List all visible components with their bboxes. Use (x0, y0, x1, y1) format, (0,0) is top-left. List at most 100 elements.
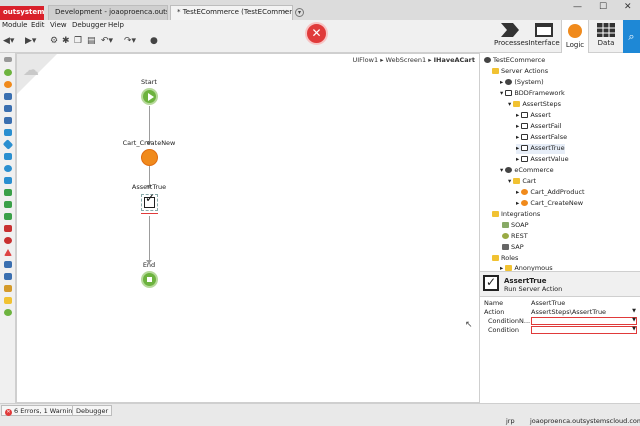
menu-edit[interactable]: Edit (31, 21, 45, 29)
menu-view[interactable]: View (50, 21, 67, 29)
undo-icon[interactable]: ↶▾ (101, 36, 113, 46)
append-tool-icon[interactable] (4, 213, 12, 220)
delete-tool-icon[interactable] (4, 225, 12, 232)
close-window-button[interactable]: ✕ (624, 2, 632, 12)
tree-soap[interactable]: SOAP (502, 221, 529, 231)
raise-error-tool-icon[interactable] (4, 249, 12, 256)
action-dropdown-icon[interactable]: ▼ (632, 308, 636, 314)
prop-action-value[interactable]: AssertSteps\AssertTrue (531, 308, 637, 316)
publish-error-button[interactable]: ✕ (305, 22, 328, 45)
foreach-tool-icon[interactable] (4, 117, 12, 124)
gear-icon[interactable]: ⚙ (50, 36, 58, 46)
folder-tool-icon[interactable] (4, 297, 12, 304)
prop-condmsg-input[interactable] (531, 317, 637, 325)
debugger-tab[interactable]: Debugger (72, 405, 113, 416)
maximize-button[interactable]: ☐ (599, 2, 607, 12)
prop-action-label: Action (484, 308, 505, 316)
breadcrumb-uiflow[interactable]: UIFlow1 (352, 56, 378, 64)
outsystems-logo-tab[interactable]: outsystems (0, 6, 44, 21)
tab-close-icon[interactable]: × (282, 8, 288, 16)
condmsg-dropdown-icon[interactable]: ▼ (632, 317, 636, 323)
list-tool-icon[interactable] (4, 201, 12, 208)
tree-assert-false[interactable]: ▸ AssertFalse (516, 133, 567, 143)
start-tool-icon[interactable] (4, 69, 12, 76)
checkbox-icon (521, 123, 529, 129)
tab-processes[interactable]: Processes (494, 20, 529, 53)
debug-icon[interactable]: ✱ (62, 36, 70, 46)
start-node[interactable] (141, 88, 158, 105)
tree-bdd[interactable]: ▾ BDDFramework (500, 89, 565, 99)
download-tool-icon[interactable] (4, 273, 12, 280)
tree-integrations[interactable]: Integrations (492, 210, 540, 220)
end-tool-icon[interactable] (4, 309, 12, 316)
switch-tool-icon[interactable] (4, 153, 12, 160)
tree-cart-add[interactable]: ▸ Cart_AddProduct (516, 188, 585, 198)
tree-assert-steps-label: AssertSteps (522, 100, 561, 108)
menu-help[interactable]: Help (108, 21, 124, 29)
tree-bdd-label: BDDFramework (514, 89, 565, 97)
paste-icon[interactable]: ▤ (87, 36, 96, 46)
tree-anonymous[interactable]: ▸ Anonymous (500, 264, 553, 271)
toolbar: ◀▾ ▶▾ ⚙ ✱ ❐ ▤ ↶▾ ↷▾ ● (0, 31, 480, 53)
folder-icon (492, 68, 499, 74)
connector-assert-end[interactable] (149, 216, 150, 262)
tab-testecommerce[interactable]: * TestECommerce (TestECommerce) × (170, 5, 293, 20)
prop-name-label: Name (484, 299, 504, 307)
flow-canvas[interactable]: ☁ UIFlow1 ▸ WebScreen1 ▸ IHaveACart Star… (16, 53, 480, 403)
tab-development[interactable]: Development - joaoproenca.outs... (48, 5, 168, 20)
menu-debugger[interactable]: Debugger (72, 21, 107, 29)
tree-assert-value[interactable]: ▸ AssertValue (516, 155, 569, 165)
comment-tool-icon[interactable] (4, 285, 12, 292)
record-list-tool-icon[interactable] (4, 189, 12, 196)
errors-tab[interactable]: ✕ 6 Errors, 1 Warning (1, 405, 81, 416)
refresh-tool-icon[interactable] (4, 129, 12, 136)
forward-icon[interactable]: ▶▾ (25, 36, 36, 46)
back-icon[interactable]: ◀▾ (3, 36, 14, 46)
condition-dropdown-icon[interactable]: ▼ (632, 326, 636, 332)
check-icon: ✓ (145, 191, 156, 205)
exception-tool-icon[interactable] (4, 237, 12, 244)
copy-icon[interactable]: ❐ (74, 36, 82, 46)
tree-system[interactable]: ▸ (System) (500, 78, 544, 88)
status-server: joaoproenca.outsystemscloud.com (530, 417, 640, 425)
tree-cart-label: Cart (522, 177, 537, 185)
tree-rest[interactable]: REST (502, 232, 528, 242)
tree-assert[interactable]: ▸ Assert (516, 111, 551, 121)
tab-interface[interactable]: Interface (528, 20, 560, 53)
sql-tool-icon[interactable] (4, 105, 12, 112)
tab-data[interactable]: Data (591, 20, 621, 53)
menu-module[interactable]: Module (2, 21, 27, 29)
tree-cart-create[interactable]: ▸ Cart_CreateNew (516, 199, 583, 209)
comment-icon[interactable]: ● (150, 36, 158, 46)
aggregate-tool-icon[interactable] (4, 93, 12, 100)
search-button[interactable]: ⌕ (623, 20, 640, 53)
collapse-icon[interactable] (4, 57, 12, 62)
tree-assert-true[interactable]: ▸ AssertTrue (516, 144, 565, 154)
tree-sap[interactable]: SAP (502, 243, 524, 253)
tree-ecommerce[interactable]: ▾ eCommerce (500, 166, 554, 176)
tree-server-actions[interactable]: Server Actions (492, 67, 548, 77)
tab-logic[interactable]: Logic (561, 20, 589, 53)
redo-icon[interactable]: ↷▾ (124, 36, 136, 46)
json-tool-icon[interactable] (4, 261, 12, 268)
breadcrumb-webscreen[interactable]: WebScreen1 (386, 56, 427, 64)
module-icon (505, 167, 513, 173)
tree-roles[interactable]: Roles (492, 254, 518, 264)
if-tool-icon[interactable] (2, 139, 14, 150)
assert-node-label: AssertTrue (131, 183, 167, 191)
loop-tool-icon[interactable] (4, 165, 12, 172)
tree-cart[interactable]: ▾ Cart (508, 177, 536, 187)
new-tab-button[interactable]: ▾ (295, 8, 304, 17)
tree-root[interactable]: TestECommerce (484, 56, 545, 66)
prop-condition-input[interactable] (531, 326, 637, 334)
asserttrue-node[interactable]: ✓ (141, 191, 158, 214)
prop-name-value[interactable]: AssertTrue (531, 299, 637, 307)
prop-condition-label: Condition (488, 326, 520, 334)
end-node[interactable] (141, 271, 158, 288)
cart-createnew-node[interactable] (141, 149, 158, 166)
tree-assert-steps[interactable]: ▾ AssertSteps (508, 100, 561, 110)
tree-assert-fail[interactable]: ▸ AssertFail (516, 122, 562, 132)
run-action-tool-icon[interactable] (4, 81, 12, 88)
minimize-button[interactable]: — (573, 2, 582, 12)
assign-tool-icon[interactable] (4, 177, 12, 184)
